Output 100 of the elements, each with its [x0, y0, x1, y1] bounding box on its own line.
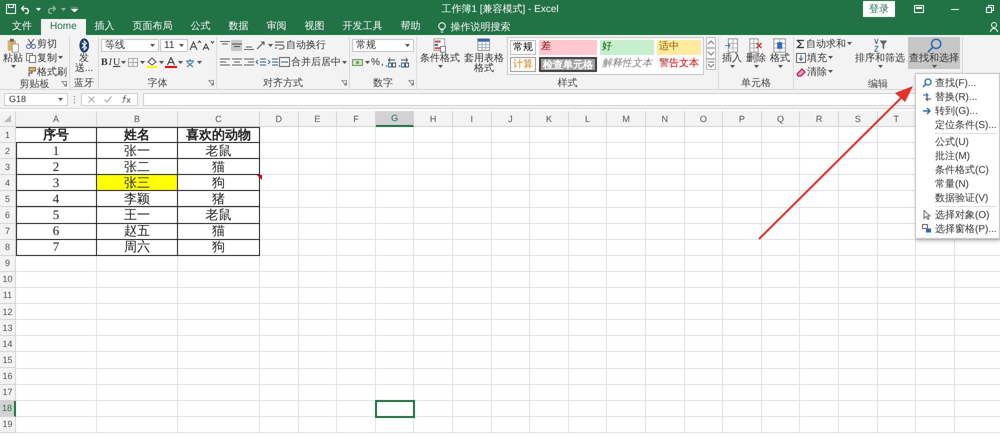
column-header[interactable]: B — [97, 111, 178, 127]
ribbon-button[interactable]: 排序和筛选 — [854, 37, 906, 69]
ribbon-button[interactable]: 复制 — [26, 51, 67, 64]
menu-item[interactable]: 条件格式(C) — [916, 163, 999, 177]
ribbon-button[interactable]: 查找和选择 — [908, 37, 960, 69]
gallery-more-icon[interactable] — [706, 59, 716, 70]
font-name-field[interactable]: 等线 — [101, 38, 159, 52]
ribbon-button[interactable]: 自动换行 — [274, 38, 326, 52]
cell-style[interactable]: 常规 — [510, 40, 536, 55]
restore-icon[interactable] — [986, 5, 994, 13]
ribbon-button[interactable]: 清除 — [796, 65, 852, 78]
ribbon-tab[interactable]: 页面布局 — [124, 19, 182, 35]
middle-align-icon[interactable] — [231, 40, 242, 50]
ribbon-button[interactable]: 格式刷 — [26, 65, 67, 78]
ribbon-button[interactable]: 条件格式 — [419, 37, 461, 69]
menu-item[interactable]: 转到(G)... — [916, 104, 999, 118]
column-header[interactable]: M — [607, 111, 646, 127]
row-header[interactable]: 12 — [0, 304, 16, 320]
column-header[interactable]: D — [260, 111, 299, 127]
dialog-launcher-icon[interactable] — [61, 81, 67, 87]
row-header[interactable]: 6 — [0, 207, 16, 224]
column-header[interactable]: T — [878, 111, 916, 127]
login-button[interactable]: 登录 — [863, 1, 895, 17]
row-header[interactable]: 13 — [0, 320, 16, 336]
scroll-down-icon[interactable] — [706, 48, 716, 59]
decrease-decimal-icon[interactable] — [398, 56, 410, 68]
italic-button[interactable]: I — [108, 56, 112, 68]
save-icon[interactable] — [6, 4, 16, 14]
undo-icon[interactable] — [21, 4, 31, 14]
selected-cell[interactable] — [376, 400, 414, 417]
ribbon-button[interactable]: 自动求和 — [796, 37, 852, 50]
phonetic-guide-icon[interactable] — [184, 56, 196, 68]
decrease-font-size-icon[interactable] — [202, 40, 214, 50]
comma-style-button[interactable]: , — [380, 56, 384, 68]
dialog-launcher-icon[interactable] — [408, 80, 414, 86]
cell-style[interactable]: 差 — [539, 40, 597, 55]
column-header[interactable]: K — [530, 111, 569, 127]
cell-style[interactable]: 好 — [600, 40, 654, 55]
ribbon-tab[interactable]: 审阅 — [258, 19, 296, 35]
row-header[interactable]: 7 — [0, 224, 16, 240]
row-header[interactable]: 19 — [0, 416, 16, 433]
column-header[interactable]: Q — [762, 111, 800, 127]
menu-item[interactable]: 常量(N) — [916, 177, 999, 191]
percent-button[interactable]: % — [371, 56, 380, 68]
ribbon-button[interactable]: 合并后居中 — [279, 56, 347, 68]
redo-icon[interactable] — [46, 4, 56, 14]
column-header[interactable]: G — [376, 111, 414, 127]
increase-indent-icon[interactable] — [267, 56, 278, 68]
column-header[interactable]: E — [298, 111, 338, 127]
font-size-field[interactable]: 11 — [160, 38, 188, 52]
row-header[interactable]: 17 — [0, 384, 16, 401]
bold-button[interactable]: B — [101, 56, 108, 68]
menu-item[interactable]: 查找(F)... — [916, 76, 999, 90]
ribbon-tab[interactable]: 数据 — [220, 19, 258, 35]
dialog-launcher-icon[interactable] — [208, 80, 214, 86]
scroll-up-icon[interactable] — [706, 37, 716, 48]
column-header[interactable]: S — [838, 111, 878, 127]
ribbon-tab[interactable]: 文件 — [3, 19, 41, 35]
orientation-icon[interactable] — [255, 40, 267, 50]
customize-icon[interactable] — [71, 6, 78, 12]
column-header[interactable]: H — [414, 111, 453, 127]
row-header[interactable]: 5 — [0, 191, 16, 208]
column-header[interactable]: O — [684, 111, 724, 127]
ribbon-button[interactable]: 粘贴 — [2, 37, 24, 69]
row-header[interactable]: 16 — [0, 368, 16, 384]
row-header[interactable]: 1 — [0, 127, 16, 144]
ribbon-tab[interactable]: 公式 — [182, 19, 220, 35]
tell-me-search[interactable]: 操作说明搜索 — [450, 20, 511, 34]
font-color-icon[interactable] — [165, 56, 178, 68]
account-icon[interactable] — [990, 22, 998, 32]
row-header[interactable]: 9 — [0, 256, 16, 272]
row-header[interactable]: 2 — [0, 143, 16, 160]
menu-item[interactable]: 数据验证(V) — [916, 191, 999, 205]
column-header[interactable]: R — [800, 111, 839, 127]
row-header[interactable]: 14 — [0, 336, 16, 352]
increase-font-size-icon[interactable] — [189, 40, 201, 50]
ribbon-tab[interactable]: Home — [41, 19, 86, 35]
row-header[interactable]: 11 — [0, 288, 16, 304]
align-left-icon[interactable] — [219, 56, 230, 68]
insert-function-icon[interactable] — [121, 95, 131, 103]
fill-color-icon[interactable] — [146, 56, 158, 68]
name-box[interactable]: G18 — [4, 92, 68, 106]
align-center-icon[interactable] — [231, 56, 242, 68]
menu-item[interactable]: 公式(U) — [916, 135, 999, 149]
column-header[interactable]: J — [492, 111, 530, 127]
decrease-indent-icon[interactable] — [255, 56, 266, 68]
number-format-field[interactable]: 常规 — [352, 38, 414, 52]
menu-item[interactable]: 选择窗格(P)... — [916, 222, 999, 236]
cell-style[interactable]: 适中 — [657, 40, 701, 55]
increase-decimal-icon[interactable] — [384, 56, 397, 68]
align-right-icon[interactable] — [243, 56, 254, 68]
dialog-launcher-icon[interactable] — [341, 80, 347, 86]
ribbon-button[interactable]: 发送... — [72, 37, 96, 75]
row-header[interactable]: 3 — [0, 159, 16, 176]
ribbon-button[interactable]: 插入 — [721, 37, 743, 69]
ribbon-button[interactable]: 套用表格格式 — [463, 37, 505, 75]
row-header[interactable]: 8 — [0, 240, 16, 256]
ribbon-display-icon[interactable] — [914, 5, 924, 13]
ribbon-button[interactable]: 剪切 — [26, 37, 67, 50]
column-header[interactable]: C — [178, 111, 260, 127]
